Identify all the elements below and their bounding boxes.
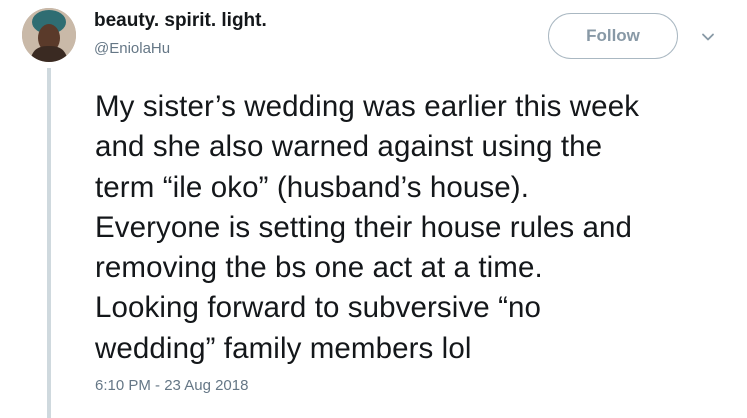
tweet-line: term “ile oko” (husband’s house). — [95, 170, 529, 204]
tweet-line: Looking forward to subversive “no — [95, 291, 542, 325]
chevron-down-icon[interactable] — [701, 30, 715, 44]
tweet-line: Everyone is setting their house rules an… — [95, 210, 633, 244]
tweet-line: and she also warned against using the — [95, 130, 603, 164]
tweet-line: wedding” family members lol — [95, 331, 472, 365]
display-name[interactable]: beauty. spirit. light. — [94, 10, 267, 32]
avatar[interactable] — [22, 8, 76, 62]
tweet-line: My sister’s wedding was earlier this wee… — [95, 90, 640, 123]
tweet-timestamp[interactable]: 6:10 PM - 23 Aug 2018 — [95, 377, 248, 394]
tweet-text: My sister’s wedding was earlier this wee… — [95, 87, 735, 369]
thread-line — [47, 68, 51, 418]
follow-button[interactable]: Follow — [548, 13, 678, 59]
tweet-line: removing the bs one act at a time. — [95, 251, 543, 285]
user-handle[interactable]: @EniolaHu — [94, 40, 170, 57]
profile-photo-icon — [22, 8, 76, 62]
